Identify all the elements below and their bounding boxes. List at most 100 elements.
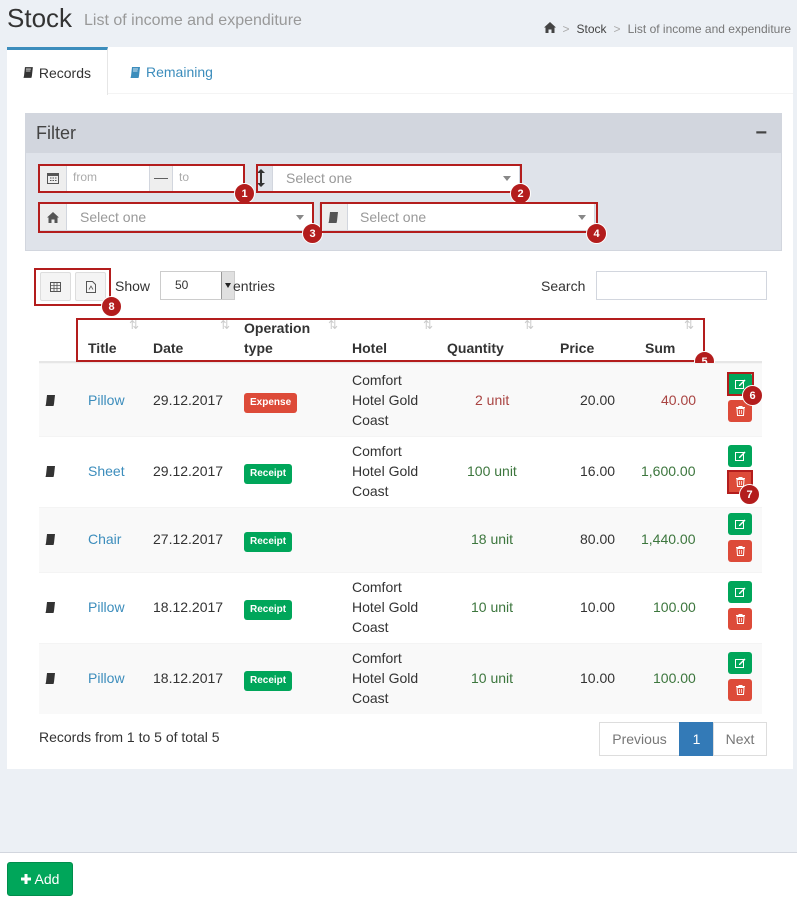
row-date: 29.12.2017 — [153, 392, 224, 408]
chevron-down-icon — [503, 176, 511, 181]
hotel-select-value: Select one — [80, 209, 147, 225]
row-quantity: 2 unit — [475, 392, 510, 408]
row-hotel: Comfort Hotel Gold Coast — [352, 648, 418, 708]
tab-remaining-label: Remaining — [146, 64, 213, 80]
breadcrumb-current: List of income and expenditure — [627, 22, 791, 36]
plus-icon — [20, 874, 31, 884]
sort-arrows-icon — [257, 169, 267, 187]
hotel-line: Hotel Gold — [352, 599, 419, 615]
row-hotel: Comfort Hotel Gold Coast — [352, 577, 418, 637]
column-header-price[interactable]: Price — [560, 338, 594, 358]
sort-icon[interactable]: ⇅ — [423, 318, 433, 332]
hotel-line: Coast — [352, 619, 389, 635]
book-icon — [45, 673, 55, 684]
filter-title: Filter — [36, 123, 76, 143]
edit-icon — [734, 658, 745, 668]
column-header-quantity[interactable]: Quantity — [447, 338, 504, 358]
row-price: 10.00 — [580, 670, 616, 686]
hotel-line: Comfort — [352, 372, 402, 388]
row-hotel: Comfort Hotel Gold Coast — [352, 370, 418, 430]
home-icon — [39, 204, 67, 230]
delete-button[interactable] — [728, 679, 752, 701]
sort-icon[interactable]: ⇅ — [328, 318, 338, 332]
book-icon — [45, 602, 55, 613]
row-price: 20.00 — [580, 392, 616, 408]
row-title-link[interactable]: Pillow — [88, 597, 125, 617]
book-icon — [45, 466, 55, 477]
tab-remaining[interactable]: Remaining — [114, 50, 229, 94]
edit-button[interactable] — [728, 513, 752, 535]
sort-icon[interactable]: ⇅ — [129, 318, 139, 332]
annotation-badge-6: 6 — [742, 385, 763, 406]
row-title-link[interactable]: Sheet — [88, 461, 125, 481]
delete-button[interactable] — [728, 608, 752, 630]
hotel-line: Coast — [352, 412, 389, 428]
row-title-link[interactable]: Pillow — [88, 390, 125, 410]
operation-type-value: Select one — [286, 170, 353, 186]
item-select[interactable]: Select one — [319, 203, 595, 231]
delete-button[interactable] — [728, 540, 752, 562]
row-price: 10.00 — [580, 599, 616, 615]
trash-icon — [735, 685, 745, 695]
row-price: 16.00 — [580, 463, 616, 479]
collapse-button[interactable]: − — [755, 114, 767, 153]
edit-button[interactable] — [728, 445, 752, 467]
row-title-link[interactable]: Chair — [88, 529, 121, 549]
sort-icon[interactable]: ⇅ — [684, 318, 694, 332]
entries-select[interactable]: 50 — [160, 271, 235, 300]
operation-type-badge: Receipt — [244, 671, 293, 691]
row-title-link[interactable]: Pillow — [88, 668, 125, 688]
annotation-badge-4: 4 — [586, 223, 607, 244]
operation-type-badge: Receipt — [244, 532, 293, 552]
date-range-field[interactable]: from — to — [38, 164, 245, 192]
column-header-hotel[interactable]: Hotel — [352, 338, 387, 358]
row-quantity: 10 unit — [471, 670, 514, 686]
table-view-button[interactable] — [40, 272, 71, 301]
sort-icon[interactable]: ⇅ — [524, 318, 534, 332]
column-header-operation-type[interactable]: Operation type — [244, 318, 320, 358]
breadcrumb-separator: > — [613, 22, 621, 36]
date-from-input[interactable]: from — [73, 170, 97, 184]
operation-type-select[interactable]: Select one — [272, 164, 520, 192]
row-quantity: 100 unit — [467, 463, 517, 479]
book-icon — [45, 395, 55, 406]
hotel-line: Comfort — [352, 650, 402, 666]
hotel-line: Coast — [352, 483, 389, 499]
edit-button[interactable] — [728, 581, 752, 603]
pagination-page-1[interactable]: 1 — [679, 722, 714, 756]
add-button-label: Add — [34, 871, 60, 887]
hotel-select[interactable]: Select one — [38, 203, 313, 231]
row-sum: 100.00 — [653, 599, 696, 615]
item-select-value: Select one — [360, 209, 427, 225]
hotel-line: Coast — [352, 690, 389, 706]
trash-icon — [735, 614, 745, 624]
pdf-export-button[interactable] — [75, 272, 106, 301]
tab-bar: Records Remaining — [7, 47, 793, 95]
pagination-previous[interactable]: Previous — [599, 722, 680, 756]
operation-type-badge: Expense — [244, 393, 298, 413]
book-icon — [130, 66, 140, 78]
tab-records[interactable]: Records — [7, 47, 108, 95]
pagination-next[interactable]: Next — [713, 722, 767, 756]
date-to-input[interactable]: to — [179, 170, 189, 184]
hotel-line: Comfort — [352, 579, 402, 595]
search-input[interactable] — [596, 271, 767, 300]
column-header-title[interactable]: Title — [88, 338, 117, 358]
edit-button[interactable] — [728, 652, 752, 674]
add-button[interactable]: Add — [7, 862, 73, 896]
calendar-icon — [39, 165, 67, 191]
page-title: Stock — [7, 3, 73, 33]
annotation-badge-3: 3 — [302, 223, 323, 244]
home-icon[interactable] — [543, 22, 556, 36]
search-label: Search — [541, 278, 586, 294]
breadcrumb-stock[interactable]: Stock — [577, 22, 607, 36]
filter-header: Filter − — [26, 114, 781, 153]
row-sum: 40.00 — [661, 392, 697, 408]
row-quantity: 10 unit — [471, 599, 514, 615]
row-sum: 100.00 — [653, 670, 696, 686]
sort-icon[interactable]: ⇅ — [220, 318, 230, 332]
operation-type-badge: Receipt — [244, 464, 293, 484]
column-header-sum[interactable]: Sum — [645, 338, 675, 358]
page-subtitle: List of income and expenditure — [84, 12, 302, 29]
column-header-date[interactable]: Date — [153, 338, 183, 358]
